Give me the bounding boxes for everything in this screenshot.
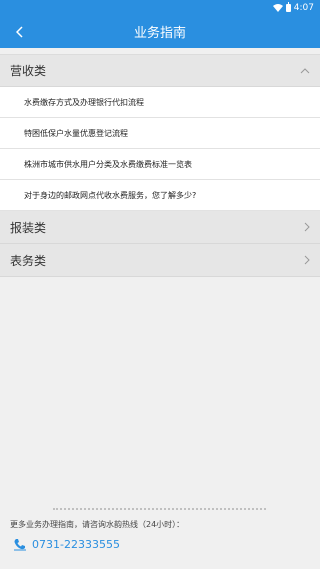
footer: 更多业务办理指南，请咨询水韵热线（24小时）： 0731-22333555 bbox=[0, 499, 320, 569]
section-label: 报装类 bbox=[10, 220, 47, 235]
hotline-text: 更多业务办理指南，请咨询水韵热线（24小时）： bbox=[10, 520, 185, 529]
section-header-yingshou[interactable]: 营收类 bbox=[0, 54, 320, 87]
list-item-label: 特困低保户水量优惠登记流程 bbox=[24, 128, 128, 138]
status-time: 4:07 bbox=[293, 2, 314, 13]
page-title: 业务指南 bbox=[133, 26, 186, 41]
list-item[interactable]: 对于身边的邮政网点代收水费服务，您了解多少? bbox=[0, 180, 320, 211]
list-item-label: 对于身边的邮政网点代收水费服务，您了解多少? bbox=[24, 190, 197, 200]
app-bar: 业务指南 bbox=[0, 15, 320, 48]
chevron-up-icon bbox=[300, 67, 310, 73]
section-header-baozhuang[interactable]: 报装类 bbox=[0, 211, 320, 244]
list-item[interactable]: 水费缴存方式及办理银行代扣流程 bbox=[0, 87, 320, 118]
battery-icon bbox=[285, 1, 291, 12]
wifi-icon bbox=[272, 3, 283, 12]
chevron-right-icon bbox=[304, 222, 310, 232]
section-label: 营收类 bbox=[10, 64, 47, 78]
phone-link[interactable]: 0731-22333555 bbox=[13, 538, 120, 551]
section-header-biaowu[interactable]: 表务类 bbox=[0, 244, 320, 277]
list-item[interactable]: 特困低保户水量优惠登记流程 bbox=[0, 118, 320, 149]
status-bar: 4:07 bbox=[0, 0, 320, 15]
chevron-left-icon bbox=[16, 25, 23, 38]
phone-number: 0731-22333555 bbox=[32, 538, 120, 551]
back-button[interactable] bbox=[8, 15, 32, 48]
dotted-divider bbox=[53, 508, 266, 510]
list-item-label: 水费缴存方式及办理银行代扣流程 bbox=[24, 97, 144, 107]
chevron-right-icon bbox=[304, 255, 310, 265]
list-item[interactable]: 株洲市城市供水用户分类及水费缴费标准一览表 bbox=[0, 149, 320, 180]
section-label: 表务类 bbox=[10, 253, 47, 268]
phone-icon bbox=[14, 539, 26, 551]
list-item-label: 株洲市城市供水用户分类及水费缴费标准一览表 bbox=[24, 159, 192, 169]
